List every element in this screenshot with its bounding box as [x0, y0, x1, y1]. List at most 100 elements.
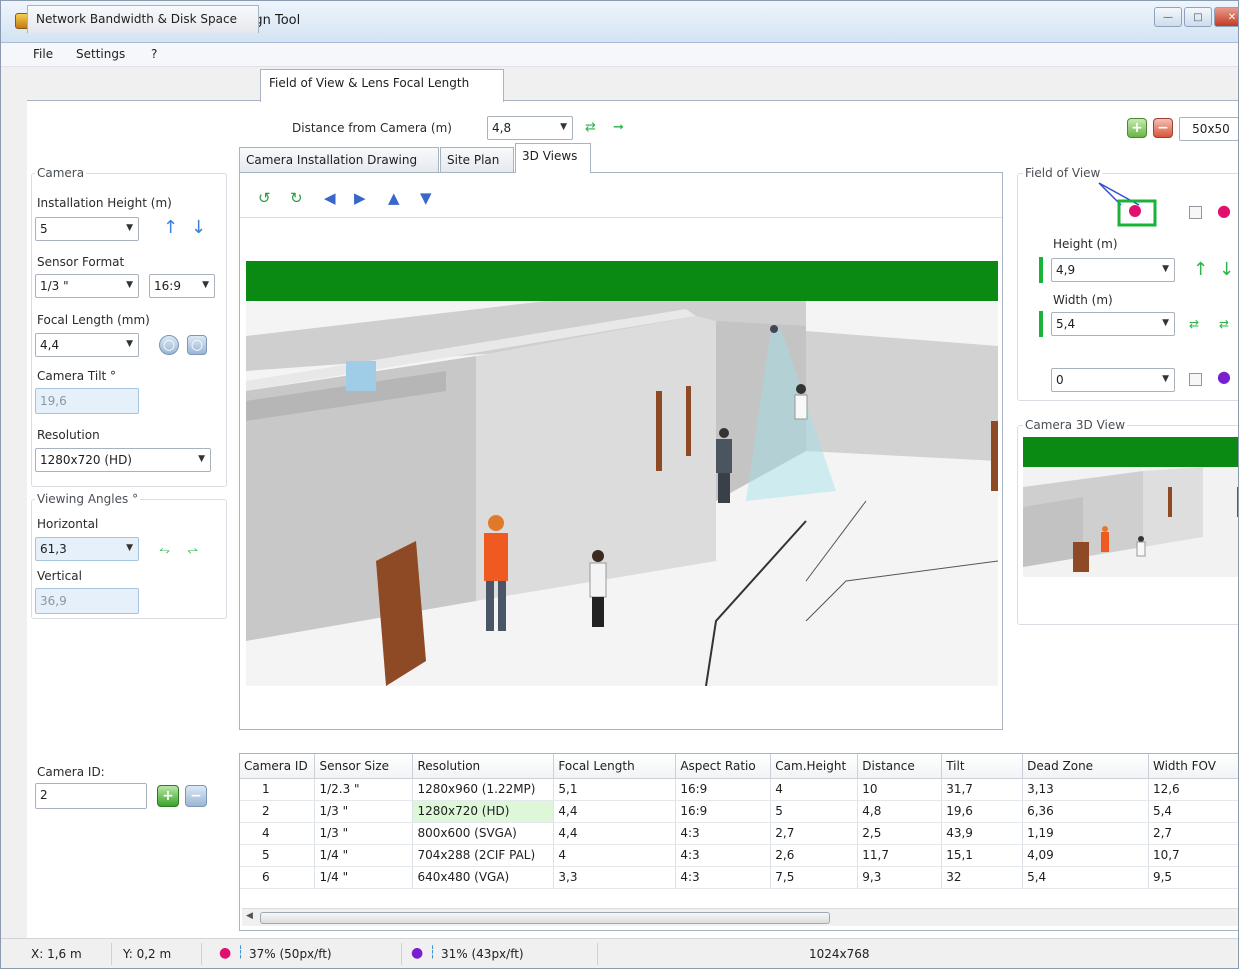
camera-table: Camera ID Sensor Size Resolution Focal L… [239, 753, 1238, 931]
camera-id-field[interactable]: 2 [35, 783, 147, 809]
horizontal-label: Horizontal [37, 517, 99, 531]
tab-3d-views[interactable]: 3D Views [515, 143, 591, 173]
table-cell: 2 [240, 800, 316, 823]
fov-height-checkbox[interactable] [1189, 206, 1202, 219]
pan-right-icon[interactable]: ▶ [354, 191, 366, 206]
col-dead-zone[interactable]: Dead Zone [1022, 754, 1149, 779]
menu-file[interactable]: File [33, 47, 53, 61]
installation-height-combo[interactable]: 5 ▼ [35, 217, 139, 241]
tab-network-bandwidth[interactable]: Network Bandwidth & Disk Space [27, 5, 259, 33]
zoom-out-icon[interactable]: − [1153, 118, 1173, 138]
fov-diagram-icon [1098, 182, 1157, 227]
fov-height-up-icon[interactable]: ↑ [1193, 261, 1208, 279]
pan-left-icon[interactable]: ◀ [324, 191, 336, 206]
menu-help[interactable]: ? [151, 47, 157, 61]
height-up-icon[interactable]: ↑ [163, 219, 178, 237]
rotate-left-icon[interactable]: ↺ [258, 191, 271, 206]
person-red-icon: ● [219, 945, 232, 961]
col-cam-height[interactable]: Cam.Height [770, 754, 859, 779]
add-camera-icon[interactable]: + [157, 785, 179, 807]
distance-value: 4,8 [492, 121, 512, 135]
table-cell: 4 [770, 778, 859, 801]
table-cell: 5 [240, 844, 316, 867]
camera-tilt-label: Camera Tilt ° [37, 369, 117, 383]
focal-zoom-in-icon[interactable]: ○ [159, 335, 179, 355]
col-focal-length[interactable]: Focal Length [553, 754, 677, 779]
remove-camera-icon[interactable]: − [185, 785, 207, 807]
fov-width-combo[interactable]: 5,4 ▼ [1051, 312, 1175, 336]
person-purple-icon: ● [1217, 367, 1231, 386]
shrink-distance-icon[interactable]: ⇄ [585, 119, 596, 137]
table-row[interactable]: 4 1/3 " 800x600 (SVGA) 4,4 4:3 2,7 2,5 4… [240, 822, 1238, 845]
fov-width-label: Width (m) [1053, 293, 1113, 307]
chevron-down-icon: ▼ [198, 454, 205, 464]
table-row[interactable]: 6 1/4 " 640x480 (VGA) 3,3 4:3 7,5 9,3 32… [240, 866, 1238, 889]
vertical-angle-field: 36,9 [35, 588, 139, 614]
table-cell: 6,36 [1022, 800, 1149, 823]
tab-camera-installation-drawing[interactable]: Camera Installation Drawing [239, 147, 439, 173]
maximize-button[interactable]: □ [1184, 7, 1212, 27]
table-cell: 5 [770, 800, 859, 823]
fov-offset-checkbox[interactable] [1189, 373, 1202, 386]
table-row[interactable]: 5 1/4 " 704x288 (2CIF PAL) 4 4:3 2,6 11,… [240, 844, 1238, 867]
sensor-format-label: Sensor Format [37, 255, 125, 269]
close-button[interactable]: ✕ [1214, 7, 1238, 27]
tilt-up-icon[interactable]: ▲ [388, 191, 400, 206]
chevron-down-icon: ▼ [1162, 318, 1169, 328]
col-sensor-size[interactable]: Sensor Size [314, 754, 414, 779]
table-row-selected[interactable]: 2 1/3 " 1280x720 (HD) 4,4 16:9 5 4,8 19,… [240, 800, 1238, 823]
table-cell: 5,4 [1148, 800, 1238, 823]
table-row[interactable]: 1 1/2.3 " 1280x960 (1.22MP) 5,1 16:9 4 1… [240, 778, 1238, 801]
table-cell: 4:3 [675, 844, 772, 867]
table-cell: 640x480 (VGA) [412, 866, 555, 889]
menu-settings[interactable]: Settings [76, 47, 125, 61]
fov-height-down-icon[interactable]: ↓ [1219, 261, 1234, 279]
col-aspect-ratio[interactable]: Aspect Ratio [675, 754, 772, 779]
distance-combo[interactable]: 4,8 ▼ [487, 116, 573, 140]
tilt-down-icon[interactable]: ▼ [420, 191, 432, 206]
table-cell: 19,6 [941, 800, 1024, 823]
col-tilt[interactable]: Tilt [941, 754, 1024, 779]
horizontal-scrollbar[interactable]: ◀ [242, 908, 1238, 926]
status-bar: X: 1,6 m Y: 0,2 m ● ┆ 37% (50px/ft) ● ┆ … [1, 938, 1238, 968]
3d-scene[interactable] [246, 261, 998, 686]
table-cell: 1/3 " [314, 822, 414, 845]
status-purple-pixels: 31% (43px/ft) [441, 947, 524, 961]
table-cell: 10,7 [1148, 844, 1238, 867]
scrollbar-thumb[interactable] [260, 912, 830, 924]
col-resolution[interactable]: Resolution [412, 754, 555, 779]
table-cell: 4,8 [857, 800, 943, 823]
resolution-combo[interactable]: 1280x720 (HD) ▼ [35, 448, 211, 472]
status-y: Y: 0,2 m [123, 947, 172, 961]
table-cell: 1/4 " [314, 844, 414, 867]
minimize-button[interactable]: — [1154, 7, 1182, 27]
col-distance[interactable]: Distance [857, 754, 943, 779]
horizontal-angle-combo[interactable]: 61,3 ▼ [35, 537, 139, 561]
fov-width-widen-icon[interactable]: ⇄ [1219, 315, 1229, 333]
fov-height-combo[interactable]: 4,9 ▼ [1051, 258, 1175, 282]
col-width-fov[interactable]: Width FOV [1148, 754, 1238, 779]
narrow-angle-icon[interactable]: ⥊ [159, 541, 170, 559]
camera-3d-preview[interactable] [1023, 437, 1239, 577]
zoom-level-button[interactable]: 50x50 [1179, 117, 1238, 141]
person-red-icon: ● [1217, 201, 1231, 220]
aspect-ratio-combo[interactable]: 16:9 ▼ [149, 274, 215, 298]
tab-field-of-view[interactable]: Field of View & Lens Focal Length [260, 69, 504, 102]
scroll-left-icon[interactable]: ◀ [246, 911, 253, 921]
focal-length-combo[interactable]: 4,4 ▼ [35, 333, 139, 357]
table-cell: 4 [240, 822, 316, 845]
focal-zoom-out-icon[interactable]: ○ [187, 335, 207, 355]
height-down-icon[interactable]: ↓ [191, 219, 206, 237]
table-cell: 1/2.3 " [314, 778, 414, 801]
fov-offset-combo[interactable]: 0 ▼ [1051, 368, 1175, 392]
rotate-right-icon[interactable]: ↻ [290, 191, 303, 206]
tab-site-plan[interactable]: Site Plan [440, 147, 514, 173]
widen-angle-icon[interactable]: ⥋ [187, 541, 198, 559]
resolution-value: 1280x720 (HD) [40, 453, 132, 467]
extend-distance-icon[interactable]: ➞ [613, 119, 624, 137]
col-camera-id[interactable]: Camera ID [240, 754, 316, 779]
fov-width-narrow-icon[interactable]: ⇄ [1189, 315, 1199, 333]
status-divider [111, 943, 112, 965]
zoom-in-icon[interactable]: + [1127, 118, 1147, 138]
sensor-format-combo[interactable]: 1/3 " ▼ [35, 274, 139, 298]
